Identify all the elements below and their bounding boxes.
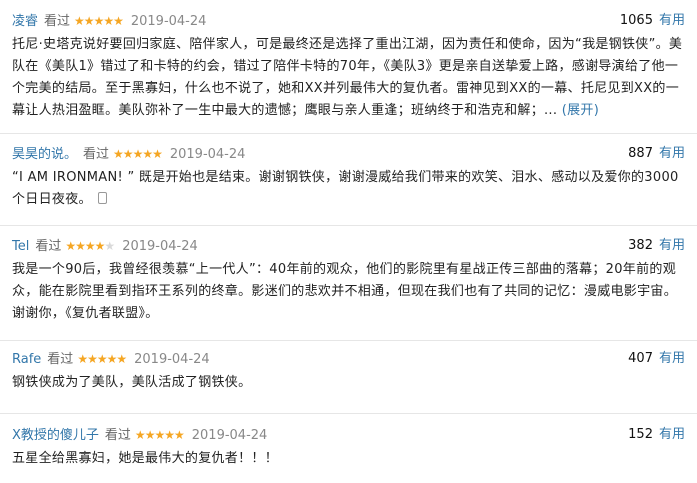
star-filled-icon: ★ <box>106 352 118 366</box>
star-rating: ★★★★★ <box>65 239 115 253</box>
star-filled-icon: ★ <box>134 428 146 442</box>
star-rating: ★★★★★ <box>113 147 163 161</box>
star-filled-icon: ★ <box>113 147 124 161</box>
review-text: 我是一个90后，我曾经很羡慕“上一代人”：40年前的观众，他们的影院里有星战正传… <box>0 259 697 325</box>
star-empty-icon: ★ <box>104 239 115 253</box>
review-text-body: “I AM IRONMAN! ” 既是开始也是结束。谢谢钢铁侠，谢谢漫威给我们带… <box>12 170 679 207</box>
star-filled-icon: ★ <box>103 14 114 28</box>
star-filled-icon: ★ <box>144 428 156 442</box>
star-filled-icon: ★ <box>116 352 127 366</box>
useful-button[interactable]: 有用 <box>659 351 685 366</box>
star-filled-icon: ★ <box>142 147 153 161</box>
divider <box>0 133 697 134</box>
star-filled-icon: ★ <box>93 14 105 28</box>
vote-count: 887 <box>628 146 653 161</box>
star-filled-icon: ★ <box>122 147 134 161</box>
star-filled-icon: ★ <box>74 14 85 28</box>
votes-area: 407 有用 <box>628 348 685 370</box>
username-link[interactable]: Rafe <box>12 352 41 367</box>
username-link[interactable]: X教授的傻儿子 <box>12 428 99 443</box>
review-date: 2019-04-24 <box>122 239 198 254</box>
divider <box>0 225 697 226</box>
review-text-body: 五星全给黑寡妇，她是最伟大的复仇者！！！ <box>12 451 279 466</box>
vote-count: 1065 <box>619 13 653 28</box>
star-filled-icon: ★ <box>83 14 95 28</box>
star-filled-icon: ★ <box>94 239 106 253</box>
username-link[interactable]: Tel <box>12 239 29 254</box>
review-text: “I AM IRONMAN! ” 既是开始也是结束。谢谢钢铁侠，谢谢漫威给我们带… <box>0 167 697 211</box>
vote-count: 152 <box>628 427 653 442</box>
review-date: 2019-04-24 <box>191 428 268 443</box>
review-item: Rafe 看过 ★★★★★ 2019-04-24 407 有用 钢铁侠成为了美队，美队活… <box>0 348 697 394</box>
votes-area: 1065 有用 <box>620 10 685 32</box>
watched-label: 看过 <box>83 147 110 162</box>
star-filled-icon: ★ <box>164 428 175 442</box>
useful-button[interactable]: 有用 <box>659 146 685 161</box>
useful-button[interactable]: 有用 <box>659 427 685 442</box>
star-filled-icon: ★ <box>84 239 96 253</box>
votes-area: 382 有用 <box>628 235 685 257</box>
star-filled-icon: ★ <box>77 352 88 366</box>
review-date: 2019-04-24 <box>134 352 210 367</box>
expand-link[interactable]: (展开) <box>562 103 599 118</box>
review-text-body: 我是一个90后，我曾经很羡慕“上一代人”：40年前的观众，他们的影院里有星战正传… <box>12 262 678 321</box>
star-filled-icon: ★ <box>173 428 185 442</box>
review-item: X教授的傻儿子 看过 ★★★★★ 2019-04-24 152 有用 五星全给黑寡妇，她… <box>0 424 697 470</box>
useful-button[interactable]: 有用 <box>659 238 685 253</box>
star-filled-icon: ★ <box>75 239 86 253</box>
mobile-phone-icon <box>97 192 107 204</box>
username-link[interactable]: 昊昊的说。 <box>12 147 77 162</box>
useful-button[interactable]: 有用 <box>659 13 685 28</box>
review-header: X教授的傻儿子 看过 ★★★★★ 2019-04-24 152 有用 <box>0 424 697 446</box>
vote-count: 407 <box>628 351 653 366</box>
review-date: 2019-04-24 <box>169 147 246 162</box>
watched-label: 看过 <box>35 239 62 254</box>
watched-label: 看过 <box>104 428 131 443</box>
review-header: Rafe 看过 ★★★★★ 2019-04-24 407 有用 <box>0 348 697 370</box>
review-item: 昊昊的说。 看过 ★★★★★ 2019-04-24 887 有用 “I AM IRONM… <box>0 143 697 211</box>
review-text-body: 钢铁侠成为了美队，美队活成了钢铁侠。 <box>12 375 252 390</box>
vote-count: 382 <box>628 238 653 253</box>
review-text: 托尼·史塔克说好要回归家庭、陪伴家人，可是最终还是选择了重出江湖，因为责任和使命… <box>0 34 697 122</box>
star-filled-icon: ★ <box>132 147 144 161</box>
star-filled-icon: ★ <box>113 14 124 28</box>
star-filled-icon: ★ <box>154 428 165 442</box>
review-header: 凌睿 看过 ★★★★★ 2019-04-24 1065 有用 <box>0 10 697 32</box>
review-text: 钢铁侠成为了美队，美队活成了钢铁侠。 <box>0 372 697 394</box>
username-link[interactable]: 凌睿 <box>12 14 38 29</box>
review-text: 五星全给黑寡妇，她是最伟大的复仇者！！！ <box>0 448 697 470</box>
votes-area: 887 有用 <box>628 143 685 165</box>
watched-label: 看过 <box>47 352 74 367</box>
review-item: Tel 看过 ★★★★★ 2019-04-24 382 有用 我是一个90后，我曾经很羡… <box>0 235 697 325</box>
star-filled-icon: ★ <box>152 147 163 161</box>
star-filled-icon: ★ <box>65 239 76 253</box>
star-rating: ★★★★★ <box>134 428 185 442</box>
review-header: Tel 看过 ★★★★★ 2019-04-24 382 有用 <box>0 235 697 257</box>
votes-area: 152 有用 <box>628 424 685 446</box>
review-header: 昊昊的说。 看过 ★★★★★ 2019-04-24 887 有用 <box>0 143 697 165</box>
star-filled-icon: ★ <box>96 352 108 366</box>
star-filled-icon: ★ <box>87 352 98 366</box>
review-date: 2019-04-24 <box>130 14 207 29</box>
divider <box>0 340 697 341</box>
star-rating: ★★★★★ <box>77 352 127 366</box>
review-item: 凌睿 看过 ★★★★★ 2019-04-24 1065 有用 托尼·史塔克说好要回归家庭… <box>0 10 697 122</box>
watched-label: 看过 <box>44 14 71 29</box>
star-rating: ★★★★★ <box>74 14 124 28</box>
divider <box>0 413 697 414</box>
